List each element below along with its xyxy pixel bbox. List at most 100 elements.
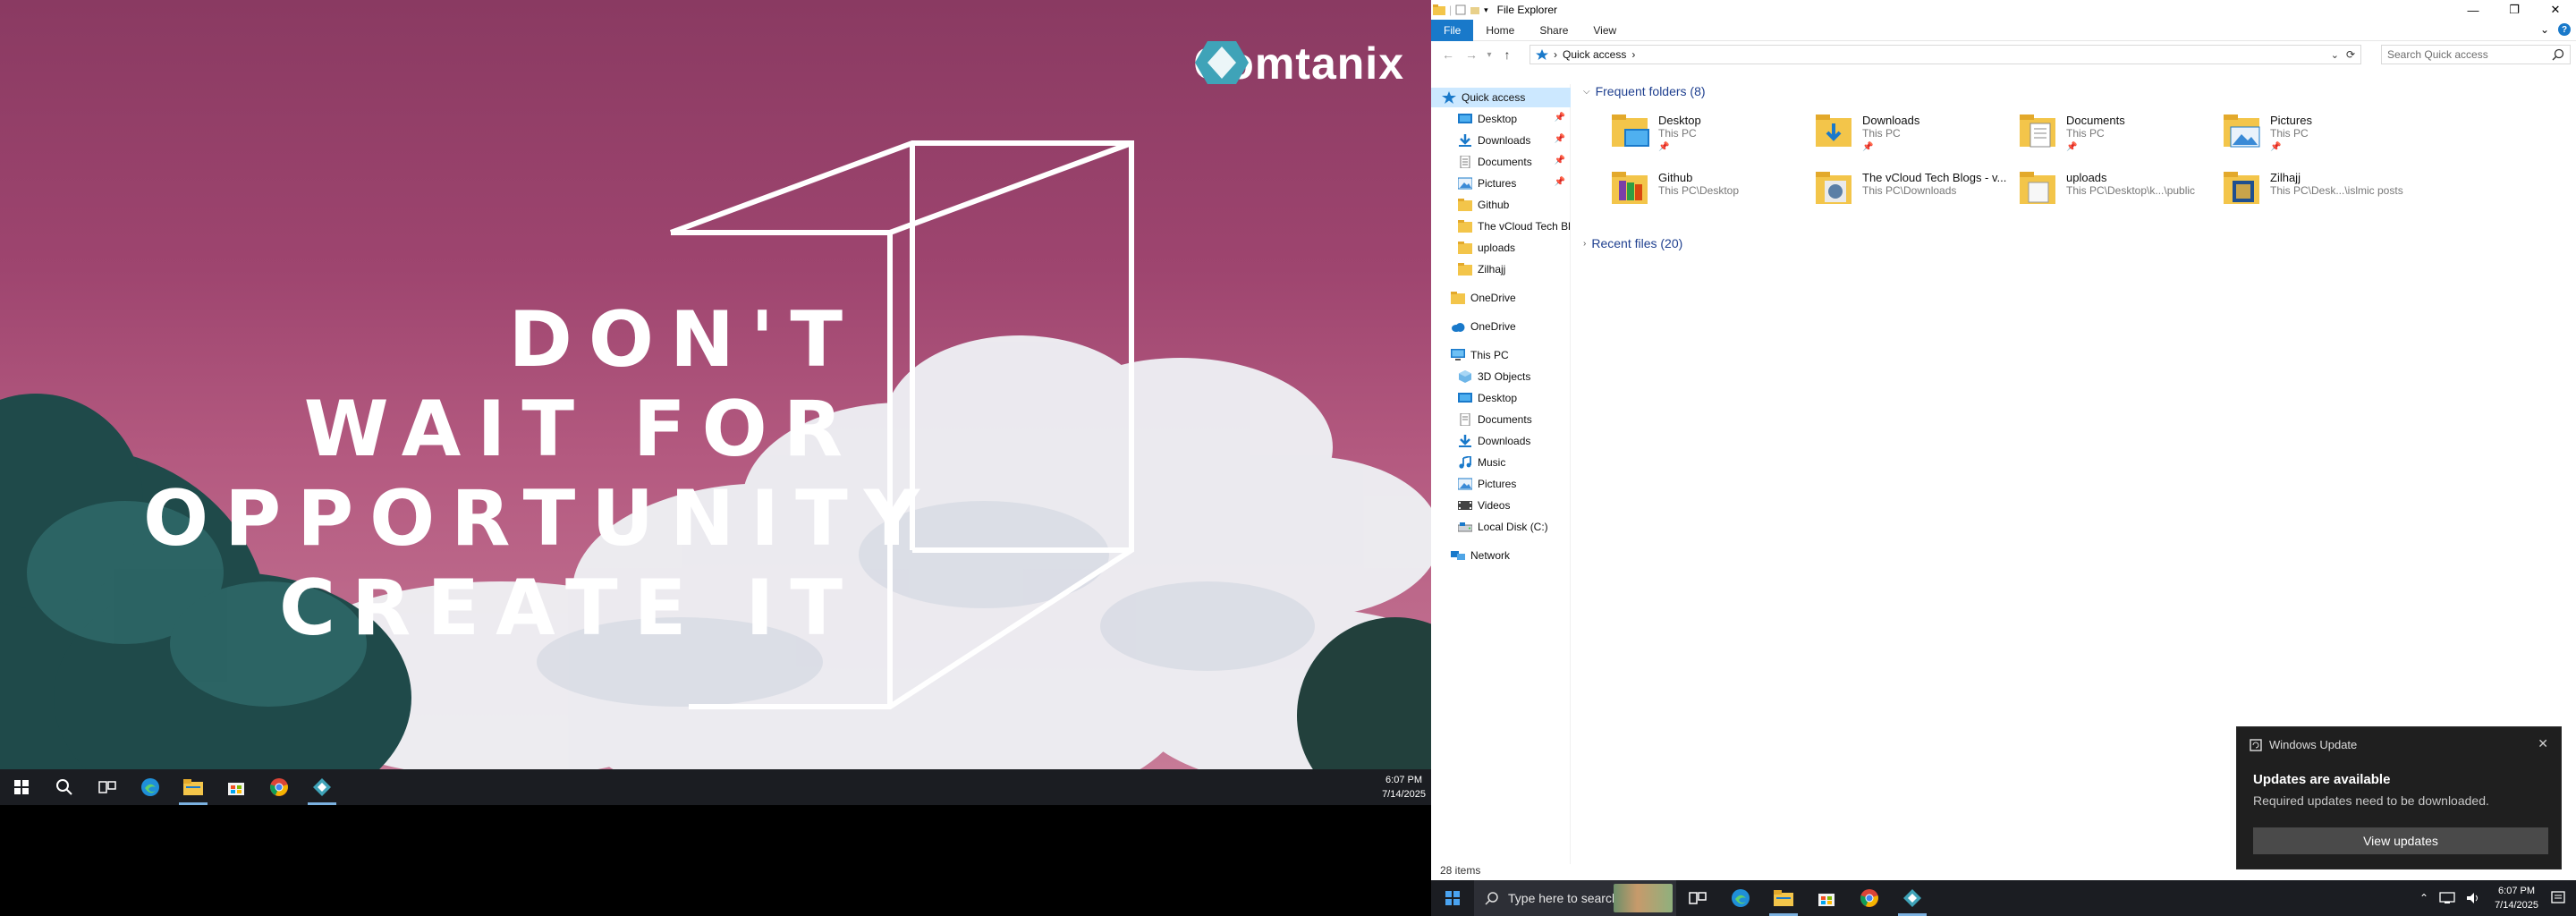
folder-tile-desktop[interactable]: Desktop This PC 📌 xyxy=(1610,111,1816,165)
taskbar-edge[interactable] xyxy=(129,769,172,805)
taskbar-app[interactable] xyxy=(1891,880,1934,916)
nav-pc-desktop[interactable]: Desktop xyxy=(1431,388,1571,408)
help-icon[interactable]: ? xyxy=(2558,23,2571,36)
task-view-button[interactable] xyxy=(1676,880,1719,916)
folder-tile-vcloud[interactable]: The vCloud Tech Blogs - v... This PC\Dow… xyxy=(1814,168,2020,222)
taskbar-app[interactable] xyxy=(301,769,343,805)
properties-icon[interactable] xyxy=(1455,4,1466,15)
frequent-folders-header[interactable]: ⌵ Frequent folders (8) xyxy=(1583,84,1706,98)
edge-icon xyxy=(141,778,159,796)
uploads-folder-icon xyxy=(2020,172,2055,204)
nav-onedrive[interactable]: OneDrive xyxy=(1431,317,1571,336)
restore-button[interactable]: ❐ xyxy=(2494,0,2535,20)
nav-network[interactable]: Network xyxy=(1431,546,1571,565)
back-button[interactable]: ← xyxy=(1436,47,1460,62)
nav-pc-videos[interactable]: Videos xyxy=(1431,496,1571,515)
folder-tile-github[interactable]: Github This PC\Desktop xyxy=(1610,168,1816,222)
nav-label: 3D Objects xyxy=(1478,370,1531,383)
nav-this-pc[interactable]: This PC xyxy=(1431,345,1571,365)
nav-pinned-downloads[interactable]: Downloads 📌 xyxy=(1431,131,1571,150)
tab-file[interactable]: File xyxy=(1431,19,1474,41)
left-taskbar xyxy=(0,769,1431,805)
nav-pinned-desktop[interactable]: Desktop 📌 xyxy=(1431,109,1571,129)
notification-icon[interactable] xyxy=(2551,891,2565,905)
volume-icon[interactable] xyxy=(2466,892,2480,904)
edge-icon xyxy=(1732,889,1750,907)
nav-label: Documents xyxy=(1478,156,1532,168)
nav-label: Documents xyxy=(1478,413,1532,426)
task-view-icon xyxy=(1689,892,1707,904)
pin-icon: 📌 xyxy=(1658,142,1670,152)
close-button[interactable]: ✕ xyxy=(2535,0,2576,20)
forward-button[interactable]: → xyxy=(1460,47,1483,62)
pin-icon: 📌 xyxy=(1554,177,1565,187)
tab-view[interactable]: View xyxy=(1580,20,1629,41)
taskbar-clock[interactable]: 6:07 PM 7/14/2025 xyxy=(2486,884,2547,912)
address-dropdown-icon[interactable]: ⌄ xyxy=(2331,49,2339,61)
nav-label: Desktop xyxy=(1478,392,1518,404)
taskbar-search-box[interactable]: Type here to search xyxy=(1474,880,1676,916)
taskbar-store[interactable] xyxy=(1805,880,1848,916)
search-box[interactable]: Search Quick access xyxy=(2381,45,2571,64)
videos-icon xyxy=(1458,501,1472,510)
network-icon[interactable] xyxy=(2439,892,2455,904)
recent-files-header[interactable]: › Recent files (20) xyxy=(1583,236,1682,250)
taskbar-edge[interactable] xyxy=(1719,880,1762,916)
folder-tile-downloads[interactable]: Downloads This PC 📌 xyxy=(1814,111,2020,165)
app-icon xyxy=(313,778,331,796)
task-view-button[interactable] xyxy=(86,769,129,805)
taskbar-file-explorer[interactable] xyxy=(172,769,215,805)
nav-local-disk[interactable]: Local Disk (C:) xyxy=(1431,517,1571,537)
start-button[interactable] xyxy=(0,769,43,805)
nav-pc-music[interactable]: Music xyxy=(1431,453,1571,472)
nav-pinned-documents[interactable]: Documents 📌 xyxy=(1431,152,1571,172)
pictures-icon xyxy=(1458,177,1472,190)
tab-home[interactable]: Home xyxy=(1473,20,1527,41)
nav-quick-access[interactable]: Quick access xyxy=(1431,88,1571,107)
taskbar-store[interactable] xyxy=(215,769,258,805)
left-clock[interactable]: 6:07 PM 7/14/2025 xyxy=(1382,773,1426,802)
pictures-folder-icon xyxy=(2224,114,2260,148)
recent-locations-icon[interactable]: ▾ xyxy=(1483,50,1496,60)
address-bar[interactable]: › Quick access › ⌄ ⟳ xyxy=(1530,45,2361,64)
taskbar-chrome[interactable] xyxy=(258,769,301,805)
expand-ribbon-icon[interactable]: ⌄ xyxy=(2540,23,2549,36)
window-title: File Explorer xyxy=(1496,4,1558,16)
chevron-up-icon[interactable]: ⌃ xyxy=(2414,892,2434,904)
nav-recent-zilhajj[interactable]: Zilhajj xyxy=(1431,259,1571,279)
desktop-icon xyxy=(1458,114,1472,123)
folder-tile-uploads[interactable]: uploads This PC\Desktop\k...\public xyxy=(2018,168,2224,222)
tab-share[interactable]: Share xyxy=(1527,20,1580,41)
new-folder-icon[interactable] xyxy=(1470,4,1480,15)
view-updates-button[interactable]: View updates xyxy=(2253,827,2548,854)
navigation-pane: Quick access Desktop 📌 Downloads 📌 Docum… xyxy=(1431,84,1571,864)
downloads-icon xyxy=(1459,134,1471,147)
nav-recent-vcloud[interactable]: The vCloud Tech Blo xyxy=(1431,216,1571,236)
chevron-down-icon[interactable]: ▾ xyxy=(1484,5,1488,15)
nav-pinned-pictures[interactable]: Pictures 📌 xyxy=(1431,174,1571,193)
folder-name: The vCloud Tech Blogs - v... xyxy=(1862,171,2007,184)
taskbar-chrome[interactable] xyxy=(1848,880,1891,916)
start-button[interactable] xyxy=(1431,880,1474,916)
nav-pc-documents[interactable]: Documents xyxy=(1431,410,1571,429)
cloud-icon xyxy=(1452,323,1465,332)
folder-tile-pictures[interactable]: Pictures This PC 📌 xyxy=(2222,111,2428,165)
refresh-icon[interactable]: ⟳ xyxy=(2346,48,2355,61)
taskbar-file-explorer[interactable] xyxy=(1762,880,1805,916)
nav-pc-downloads[interactable]: Downloads xyxy=(1431,431,1571,451)
nav-3d-objects[interactable]: 3D Objects xyxy=(1431,367,1571,386)
nav-onedrive-personal[interactable]: OneDrive xyxy=(1431,288,1571,308)
search-highlight-image[interactable] xyxy=(1614,884,1673,912)
folder-name: Documents xyxy=(2066,114,2125,127)
up-button[interactable]: ↑ xyxy=(1496,47,1519,62)
nav-recent-github[interactable]: Github xyxy=(1431,195,1571,215)
folder-tile-documents[interactable]: Documents This PC 📌 xyxy=(2018,111,2224,165)
nav-recent-uploads[interactable]: uploads xyxy=(1431,238,1571,258)
search-button[interactable] xyxy=(43,769,86,805)
folder-tile-zilhajj[interactable]: Zilhajj This PC\Desk...\islmic posts xyxy=(2222,168,2428,222)
minimize-button[interactable]: — xyxy=(2453,0,2494,20)
toast-close-button[interactable]: ✕ xyxy=(2538,736,2548,751)
nav-pc-pictures[interactable]: Pictures xyxy=(1431,474,1571,494)
breadcrumb-location[interactable]: Quick access xyxy=(1563,48,1626,61)
downloads-icon xyxy=(1459,435,1471,447)
